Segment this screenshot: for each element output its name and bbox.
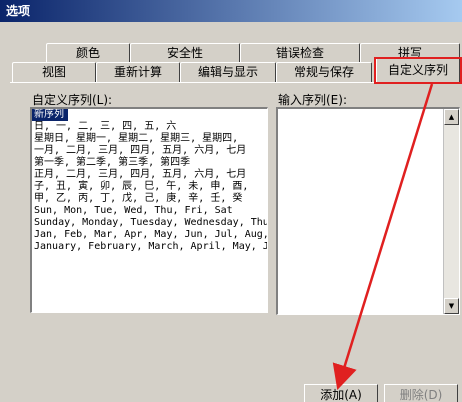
input-list-label: 输入序列(E): — [278, 93, 347, 107]
list-item[interactable]: Jan, Feb, Mar, Apr, May, Jun, Jul, Aug, — [32, 229, 267, 241]
list-item[interactable]: 甲, 乙, 丙, 丁, 戊, 己, 庚, 辛, 壬, 癸 — [32, 193, 267, 205]
list-item[interactable]: 正月, 二月, 三月, 四月, 五月, 六月, 七月 — [32, 169, 267, 181]
input-list-textarea[interactable]: ▲ ▼ — [276, 107, 460, 315]
scroll-up-icon[interactable]: ▲ — [444, 109, 459, 125]
list-item[interactable]: 日, 一, 二, 三, 四, 五, 六 — [32, 121, 267, 133]
tab-calculation[interactable]: 重新计算 — [96, 62, 180, 82]
tab-view[interactable]: 视图 — [12, 62, 96, 82]
tab-edit-display[interactable]: 编辑与显示 — [180, 62, 276, 82]
list-item[interactable]: Sunday, Monday, Tuesday, Wednesday, Thu — [32, 217, 267, 229]
list-item[interactable]: January, February, March, April, May, J — [32, 241, 267, 253]
tab-custom-lists[interactable]: 自定义序列 — [376, 57, 460, 83]
custom-lists-label: 自定义序列(L): — [32, 93, 113, 107]
scroll-down-icon[interactable]: ▼ — [444, 298, 459, 314]
list-item[interactable]: 第一季, 第二季, 第三季, 第四季 — [32, 157, 267, 169]
tab-general-save[interactable]: 常规与保存 — [276, 62, 372, 82]
tab-colors[interactable]: 颜色 — [46, 43, 130, 63]
tab-security[interactable]: 安全性 — [130, 43, 240, 63]
input-list-scrollbar[interactable]: ▲ ▼ — [443, 109, 459, 314]
list-item[interactable]: 新序列 — [32, 109, 68, 121]
add-button[interactable]: 添加(A) — [304, 384, 378, 402]
delete-button[interactable]: 删除(D) — [384, 384, 458, 402]
list-item[interactable]: 子, 丑, 寅, 卯, 辰, 巳, 午, 未, 申, 酉, — [32, 181, 267, 193]
tab-error-checking[interactable]: 错误检查 — [240, 43, 360, 63]
list-item[interactable]: 星期日, 星期一, 星期二, 星期三, 星期四, — [32, 133, 267, 145]
list-item[interactable]: Sun, Mon, Tue, Wed, Thu, Fri, Sat — [32, 205, 267, 217]
window-title: 选项 — [0, 0, 462, 22]
custom-lists-listbox[interactable]: 新序列 日, 一, 二, 三, 四, 五, 六 星期日, 星期一, 星期二, 星… — [30, 107, 268, 313]
list-item[interactable]: 一月, 二月, 三月, 四月, 五月, 六月, 七月 — [32, 145, 267, 157]
